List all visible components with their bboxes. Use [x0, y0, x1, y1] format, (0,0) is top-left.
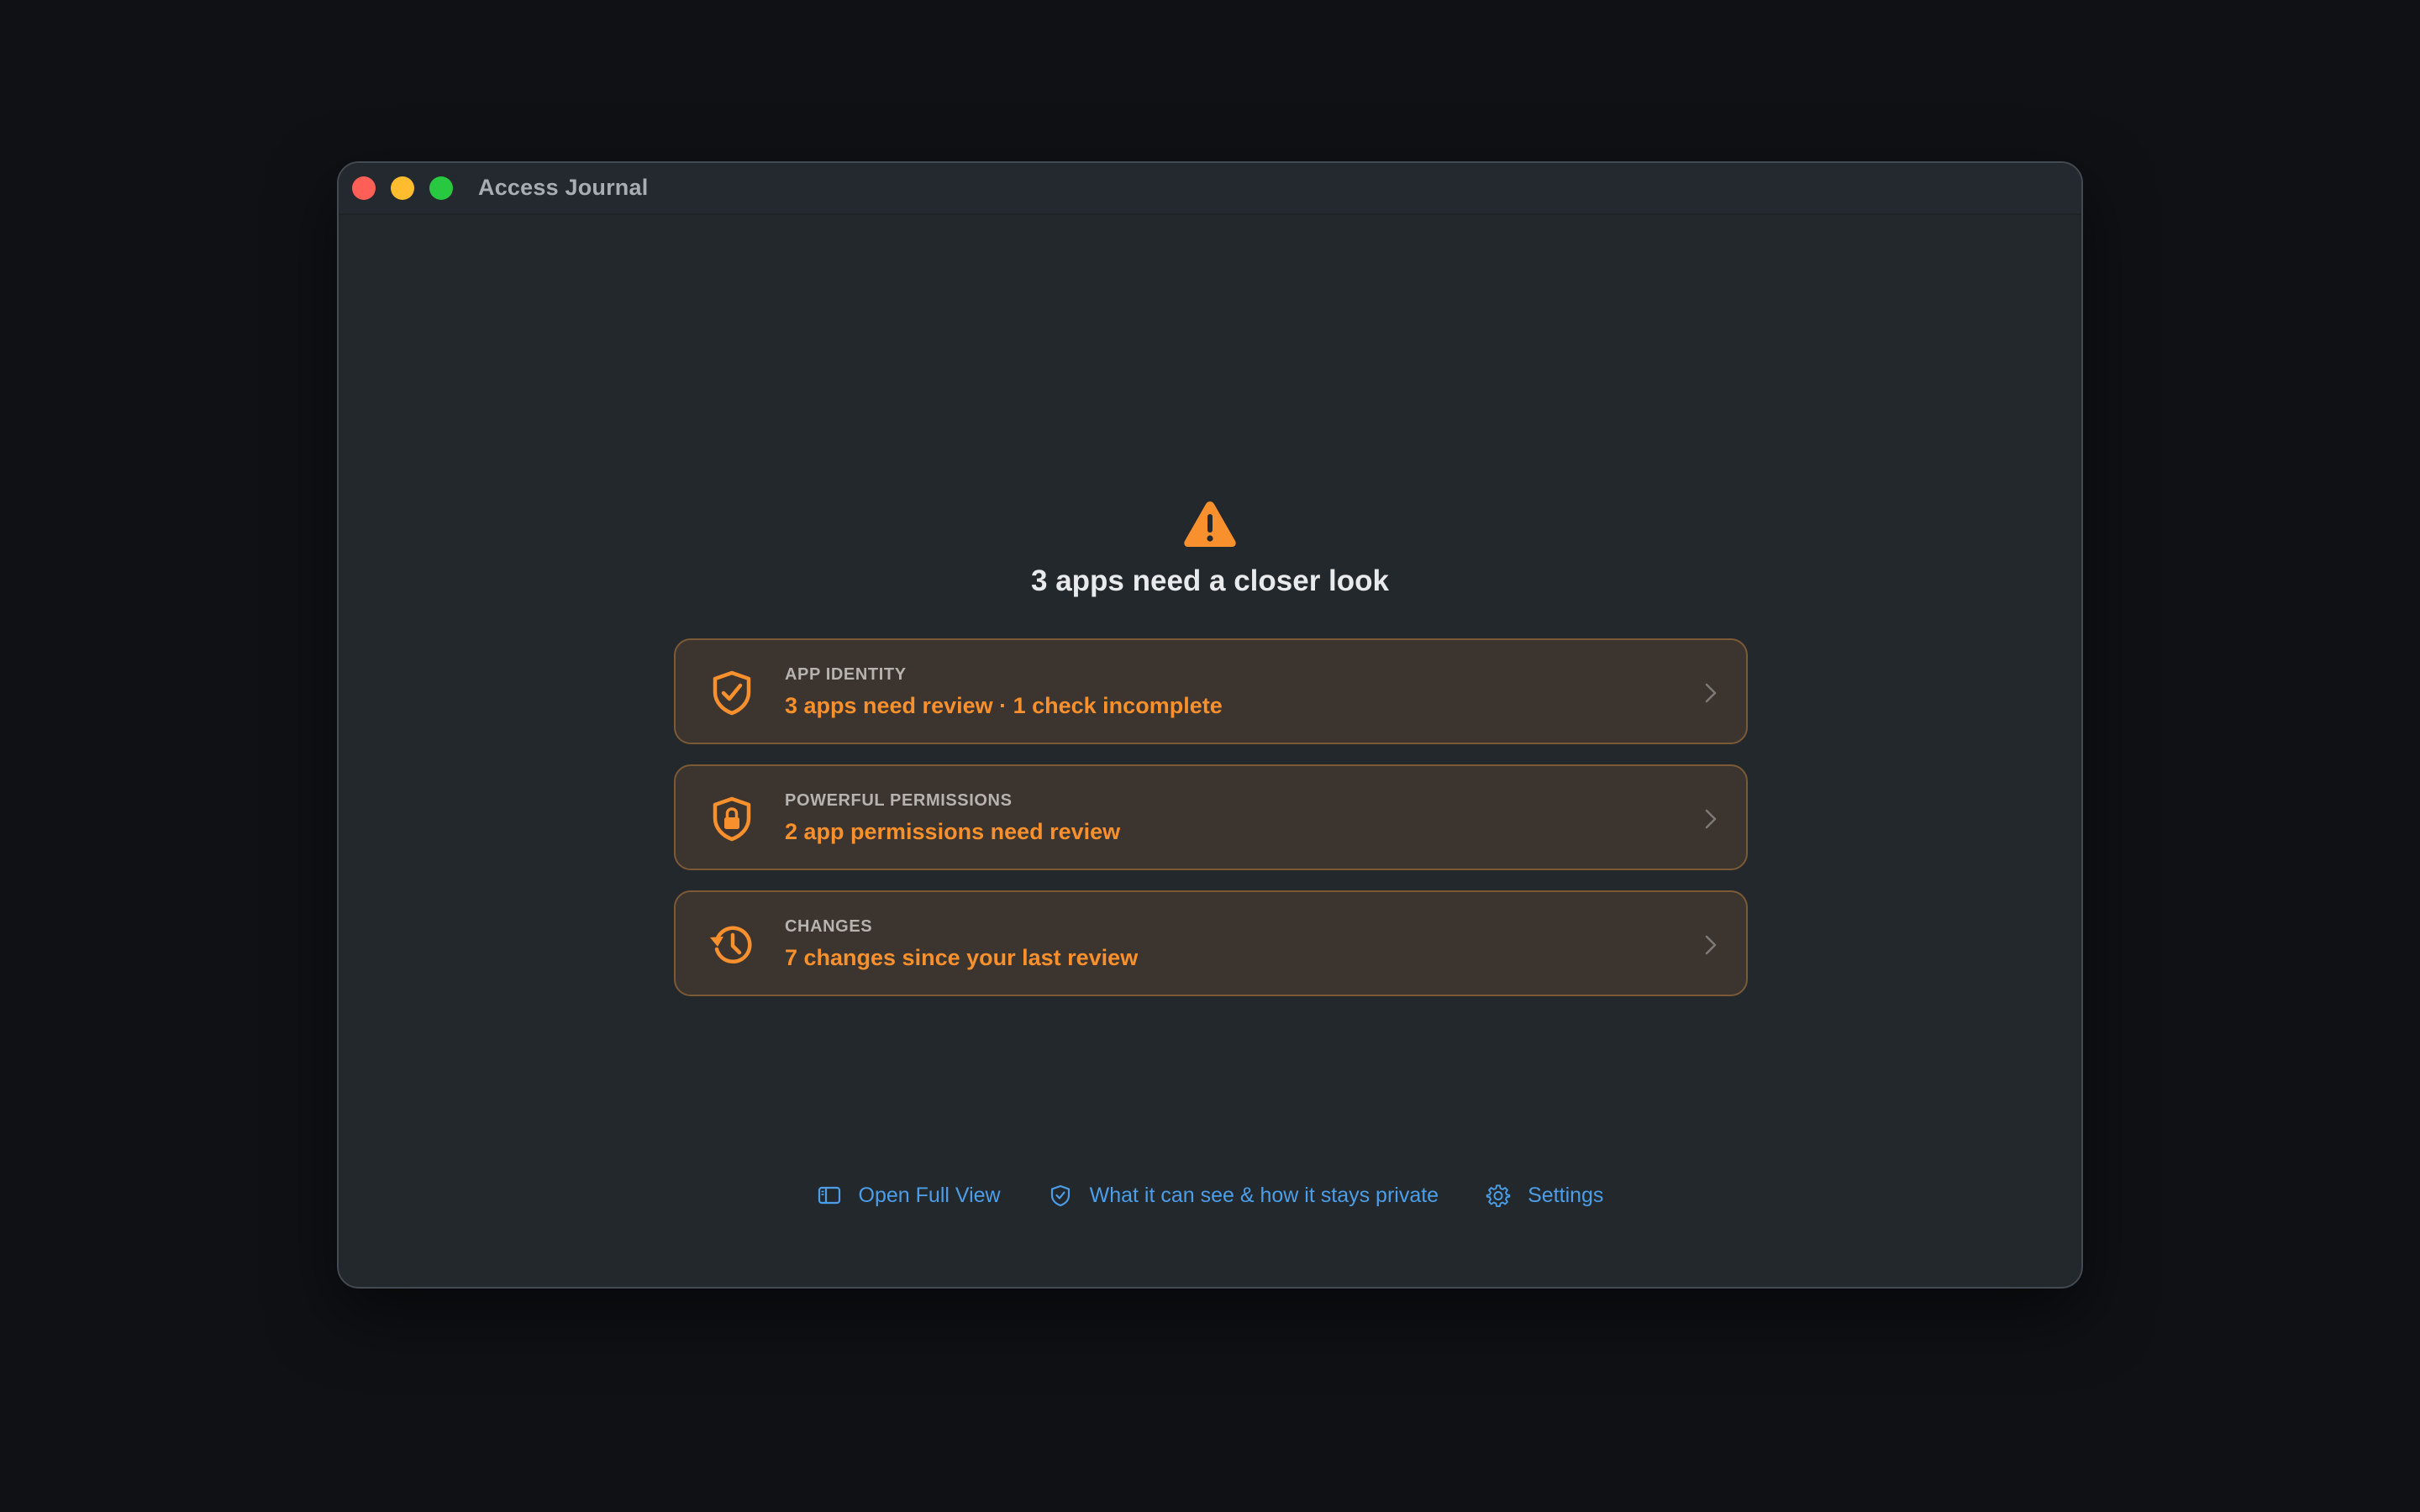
close-window-button[interactable] — [352, 176, 376, 200]
app-identity-card[interactable]: APP IDENTITY 3 apps need review · 1 chec… — [674, 638, 1748, 744]
card-value: 7 changes since your last review — [785, 945, 1139, 970]
card-label: POWERFUL PERMISSIONS — [785, 791, 1013, 810]
card-value: 3 apps need review · 1 check incomplete — [785, 693, 1223, 718]
window-title: Access Journal — [478, 175, 649, 200]
changes-card[interactable]: CHANGES 7 changes since your last review — [674, 890, 1748, 996]
chevron-right-icon — [1705, 935, 1717, 955]
settings-label: Settings — [1528, 1183, 1604, 1207]
open-full-view-label: Open Full View — [858, 1183, 1001, 1207]
shield-check-icon — [713, 670, 751, 716]
card-text: APP IDENTITY 3 apps need review · 1 chec… — [785, 665, 1223, 719]
summary-header: 3 apps need a closer look — [339, 499, 2081, 598]
footer-links: Open Full View What it can see & how it … — [339, 1183, 2081, 1208]
privacy-info-link[interactable]: What it can see & how it stays private — [1048, 1183, 1439, 1208]
chevron-right-icon — [1705, 809, 1717, 829]
chevron-right-icon — [1705, 683, 1717, 703]
shield-check-icon — [1050, 1184, 1070, 1207]
privacy-info-label: What it can see & how it stays private — [1089, 1183, 1439, 1207]
shield-lock-icon — [713, 796, 751, 842]
powerful-permissions-card[interactable]: POWERFUL PERMISSIONS 2 app permissions n… — [674, 764, 1748, 870]
sidebar-icon — [818, 1186, 840, 1205]
minimize-window-button[interactable] — [391, 176, 414, 200]
review-cards: APP IDENTITY 3 apps need review · 1 chec… — [674, 638, 1748, 1016]
desktop: Access Journal 3 apps need a closer look… — [0, 0, 2420, 1512]
open-full-view-link[interactable]: Open Full View — [817, 1183, 1001, 1208]
zoom-window-button[interactable] — [429, 176, 453, 200]
gear-icon — [1486, 1184, 1511, 1208]
app-window: Access Journal 3 apps need a closer look… — [337, 161, 2083, 1289]
settings-link[interactable]: Settings — [1486, 1183, 1603, 1208]
summary-title: 3 apps need a closer look — [1031, 564, 1389, 597]
warning-triangle-icon — [1184, 501, 1236, 547]
card-text: CHANGES 7 changes since your last review — [785, 917, 1138, 971]
card-label: APP IDENTITY — [785, 665, 907, 684]
card-value: 2 app permissions need review — [785, 819, 1121, 844]
title-bar[interactable]: Access Journal — [339, 163, 2081, 215]
card-label: CHANGES — [785, 917, 873, 936]
history-clock-icon — [710, 926, 752, 964]
card-text: POWERFUL PERMISSIONS 2 app permissions n… — [785, 791, 1120, 845]
